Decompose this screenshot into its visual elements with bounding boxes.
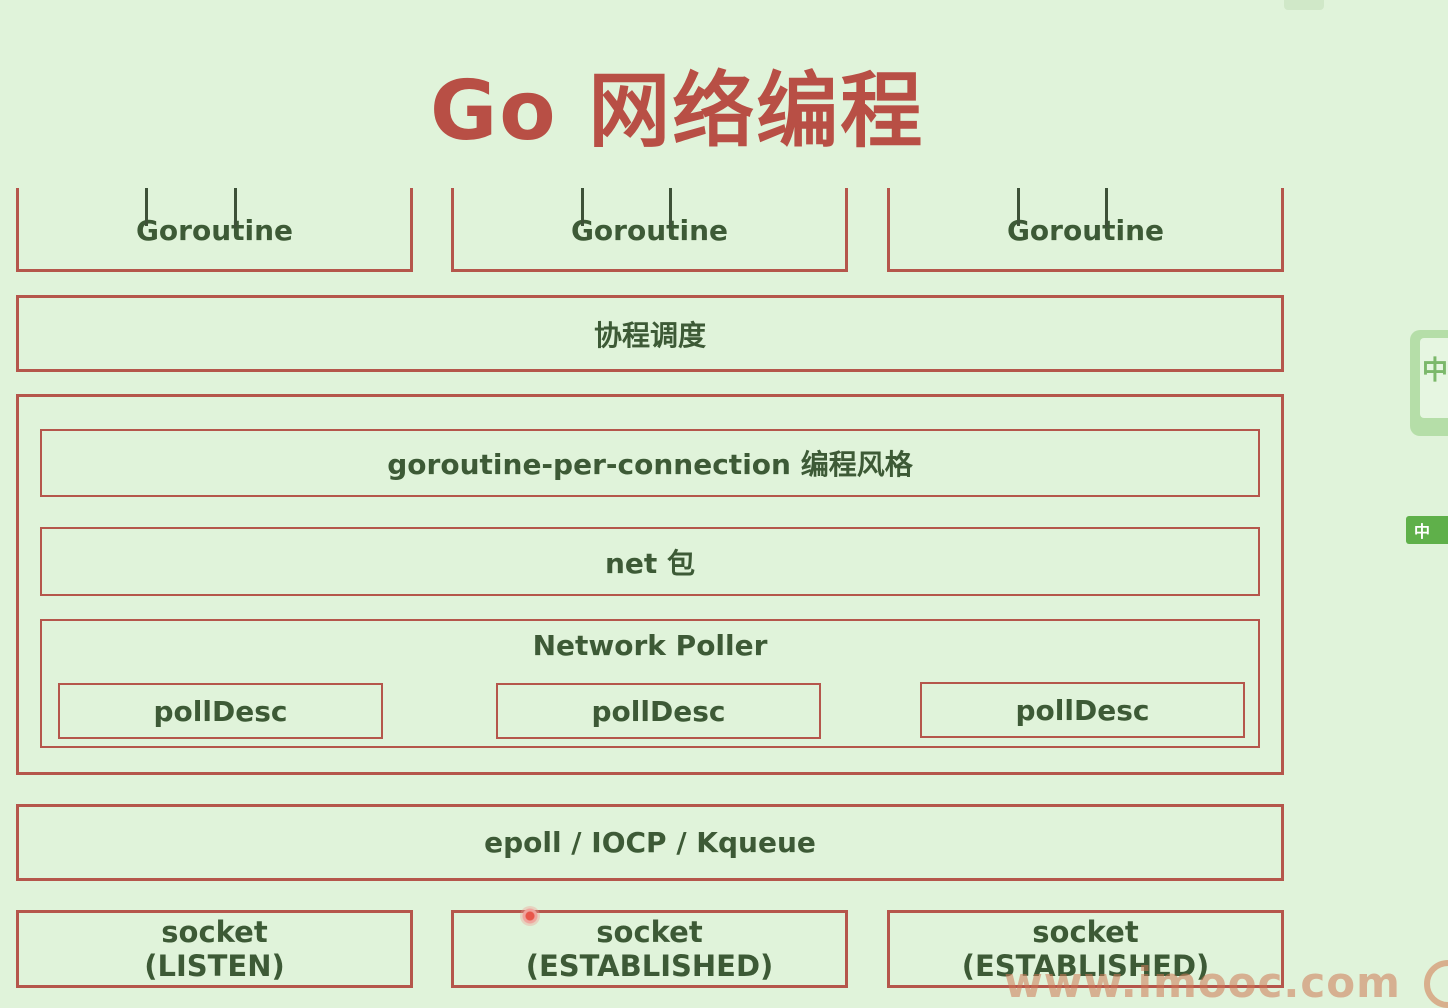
polldesc-label: pollDesc [153, 694, 288, 728]
network-poller-label: Network Poller [532, 629, 768, 662]
goroutine-box-2: Goroutine [451, 188, 848, 272]
programming-style-box: goroutine-per-connection 编程风格 [40, 429, 1260, 497]
top-toolbar-fragment [1284, 0, 1324, 10]
polldesc-box-2: pollDesc [496, 683, 821, 739]
logo-icon [1424, 960, 1448, 1008]
scheduler-label: 协程调度 [593, 318, 706, 352]
goroutine-tick [669, 188, 672, 228]
polldesc-label: pollDesc [591, 694, 726, 728]
side-panel-glyph: 中 [1420, 338, 1448, 418]
goroutine-tick [581, 188, 584, 226]
goroutine-box-1: Goroutine [16, 188, 413, 272]
goroutine-tick [1017, 188, 1020, 226]
socket-state: (ESTABLISHED) [525, 949, 774, 983]
polldesc-box-1: pollDesc [58, 683, 383, 739]
socket-state: (LISTEN) [144, 949, 285, 983]
goroutine-tick [234, 188, 237, 228]
socket-label: socket [1032, 915, 1139, 949]
goroutine-tick [1105, 188, 1108, 228]
goroutine-label: Goroutine [570, 214, 729, 247]
socket-label: socket [161, 915, 268, 949]
side-input-button[interactable]: 中 [1406, 516, 1448, 544]
socket-box-1: socket (LISTEN) [16, 910, 413, 988]
goroutine-box-3: Goroutine [887, 188, 1284, 272]
socket-label: socket [596, 915, 703, 949]
watermark: www.imooc.com [1004, 958, 1401, 1007]
io-multiplexing-label: epoll / IOCP / Kqueue [484, 826, 816, 859]
net-package-label: net 包 [604, 546, 696, 580]
polldesc-label: pollDesc [1015, 693, 1150, 727]
goroutine-label: Goroutine [1006, 214, 1165, 247]
polldesc-box-3: pollDesc [920, 682, 1245, 738]
goroutine-tick [145, 188, 148, 226]
scheduler-box: 协程调度 [16, 295, 1284, 372]
net-package-box: net 包 [40, 527, 1260, 596]
socket-box-2: socket (ESTABLISHED) [451, 910, 848, 988]
io-multiplexing-box: epoll / IOCP / Kqueue [16, 804, 1284, 881]
cursor-pointer-icon [520, 906, 540, 926]
programming-style-label: goroutine-per-connection 编程风格 [387, 448, 913, 481]
diagram-title: Go 网络编程 [430, 64, 925, 159]
goroutine-label: Goroutine [135, 214, 294, 247]
side-panel-tab[interactable]: 中 [1410, 330, 1448, 436]
